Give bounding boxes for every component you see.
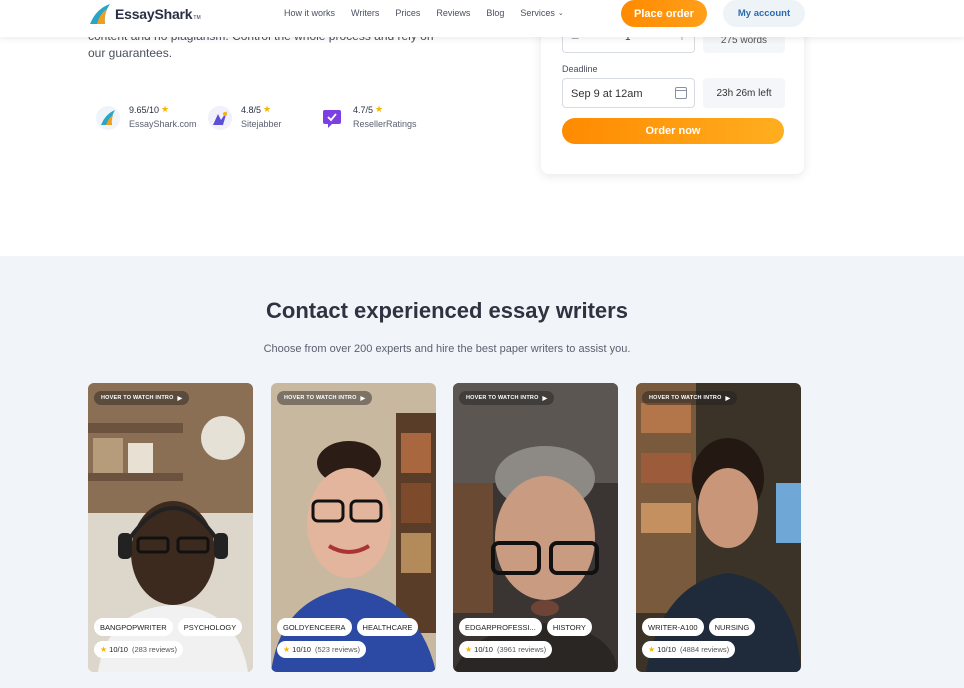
star-icon: ★ xyxy=(375,104,384,114)
hover-to-watch-badge: HOVER TO WATCH INTRO ▶ xyxy=(277,391,373,405)
writer-card[interactable]: HOVER TO WATCH INTRO ▶ GOLDYENCEERA HEALT… xyxy=(271,383,436,672)
chevron-down-icon: ⌄ xyxy=(557,10,564,17)
nav-how-it-works[interactable]: How it works xyxy=(284,8,335,18)
rating-source: ResellerRatings xyxy=(353,119,417,129)
writer-rating: ★ 10/10 (283 reviews) xyxy=(94,641,183,658)
writer-tags: BANGPOPWRITER PSYCHOLOGY xyxy=(94,618,247,636)
writer-card[interactable]: HOVER TO WATCH INTRO ▶ WRITER-A100 NURSIN… xyxy=(636,383,801,672)
rating-resellerratings[interactable]: 4.7/5 ★ ResellerRatings xyxy=(320,104,432,130)
logo-tm: TM xyxy=(193,15,201,21)
rating-score: 4.7/5 xyxy=(353,104,374,115)
place-order-button[interactable]: Place order xyxy=(621,0,707,27)
star-icon: ★ xyxy=(161,104,170,114)
ratings-row: 9.65/10 ★ EssayShark.com 4.8/5 ★ Sitejabbe… xyxy=(96,104,432,130)
rating-source: EssayShark.com xyxy=(129,119,197,129)
resellerratings-logo-icon xyxy=(320,106,344,130)
hover-label: HOVER TO WATCH INTRO xyxy=(466,395,539,401)
order-now-button[interactable]: Order now xyxy=(562,118,784,144)
writer-rating-value: 10/10 xyxy=(474,645,493,654)
site-header: EssayShark TM How it works Writers Price… xyxy=(0,0,964,37)
my-account-button[interactable]: My account xyxy=(723,0,805,27)
nav-prices[interactable]: Prices xyxy=(395,8,420,18)
deadline-field[interactable]: Sep 9 at 12am xyxy=(562,78,695,108)
calendar-icon[interactable] xyxy=(675,87,687,99)
nav-writers[interactable]: Writers xyxy=(351,8,379,18)
star-icon: ★ xyxy=(648,645,656,654)
play-icon: ▶ xyxy=(542,395,548,402)
shark-fin-logo-icon xyxy=(88,3,112,25)
play-icon: ▶ xyxy=(725,395,731,402)
writer-tags: EDGARPROFESSI... HISTORY xyxy=(459,618,597,636)
writer-subject[interactable]: PSYCHOLOGY xyxy=(177,618,243,636)
writer-name[interactable]: EDGARPROFESSI... xyxy=(459,618,542,636)
deadline-value: Sep 9 at 12am xyxy=(571,88,643,100)
writer-card[interactable]: HOVER TO WATCH INTRO ▶ BANGPOPWRITER PSYC… xyxy=(88,383,253,672)
rating-score: 9.65/10 xyxy=(129,104,160,115)
writer-subject[interactable]: HISTORY xyxy=(546,618,592,636)
writer-subject[interactable]: NURSING xyxy=(708,618,756,636)
deadline-label: Deadline xyxy=(562,64,598,74)
time-left: 23h 26m left xyxy=(703,78,785,108)
play-icon: ▶ xyxy=(360,395,366,402)
writer-reviews: (3961 reviews) xyxy=(496,645,547,654)
star-icon: ★ xyxy=(283,645,291,654)
writer-tags: WRITER-A100 NURSING xyxy=(642,618,760,636)
writer-rating-value: 10/10 xyxy=(657,645,676,654)
hover-label: HOVER TO WATCH INTRO xyxy=(649,395,722,401)
writer-card[interactable]: HOVER TO WATCH INTRO ▶ EDGARPROFESSI... H… xyxy=(453,383,618,672)
writer-name[interactable]: BANGPOPWRITER xyxy=(94,618,173,636)
hover-label: HOVER TO WATCH INTRO xyxy=(101,395,174,401)
logo[interactable]: EssayShark TM xyxy=(88,3,201,25)
nav-reviews[interactable]: Reviews xyxy=(436,8,470,18)
rating-sitejabber[interactable]: 4.8/5 ★ Sitejabber xyxy=(208,104,320,130)
rating-source: Sitejabber xyxy=(241,119,282,129)
writer-subject[interactable]: HEALTHCARE xyxy=(356,618,419,636)
writer-rating-value: 10/10 xyxy=(109,645,128,654)
star-icon: ★ xyxy=(263,104,272,114)
writer-reviews: (523 reviews) xyxy=(314,645,360,654)
writer-rating: ★ 10/10 (4884 reviews) xyxy=(642,641,736,658)
nav-blog[interactable]: Blog xyxy=(486,8,504,18)
writers-section: Contact experienced essay writers Choose… xyxy=(0,256,964,688)
writer-name[interactable]: GOLDYENCEERA xyxy=(277,618,352,636)
essayshark-logo-icon xyxy=(96,106,120,130)
writer-reviews: (283 reviews) xyxy=(131,645,177,654)
writer-name[interactable]: WRITER-A100 xyxy=(642,618,704,636)
section-subtitle: Choose from over 200 experts and hire th… xyxy=(263,343,631,355)
hover-to-watch-badge: HOVER TO WATCH INTRO ▶ xyxy=(459,391,555,405)
star-icon: ★ xyxy=(100,645,108,654)
writer-rating: ★ 10/10 (3961 reviews) xyxy=(459,641,553,658)
logo-text: EssayShark xyxy=(115,6,193,22)
writer-reviews: (4884 reviews) xyxy=(679,645,730,654)
writer-tags: GOLDYENCEERA HEALTHCARE xyxy=(277,618,423,636)
hover-to-watch-badge: HOVER TO WATCH INTRO ▶ xyxy=(94,391,190,405)
sitejabber-logo-icon xyxy=(208,106,232,130)
hover-to-watch-badge: HOVER TO WATCH INTRO ▶ xyxy=(642,391,738,405)
play-icon: ▶ xyxy=(177,395,183,402)
star-icon: ★ xyxy=(465,645,473,654)
writer-rating: ★ 10/10 (523 reviews) xyxy=(277,641,366,658)
rating-score: 4.8/5 xyxy=(241,104,262,115)
writer-rating-value: 10/10 xyxy=(292,645,311,654)
main-nav: How it works Writers Prices Reviews Blog… xyxy=(284,8,580,18)
nav-services-label: Services xyxy=(520,8,555,18)
nav-services[interactable]: Services ⌄ xyxy=(520,8,563,18)
rating-essayshark[interactable]: 9.65/10 ★ EssayShark.com xyxy=(96,104,208,130)
hover-label: HOVER TO WATCH INTRO xyxy=(284,395,357,401)
section-title: Contact experienced essay writers xyxy=(266,298,628,323)
